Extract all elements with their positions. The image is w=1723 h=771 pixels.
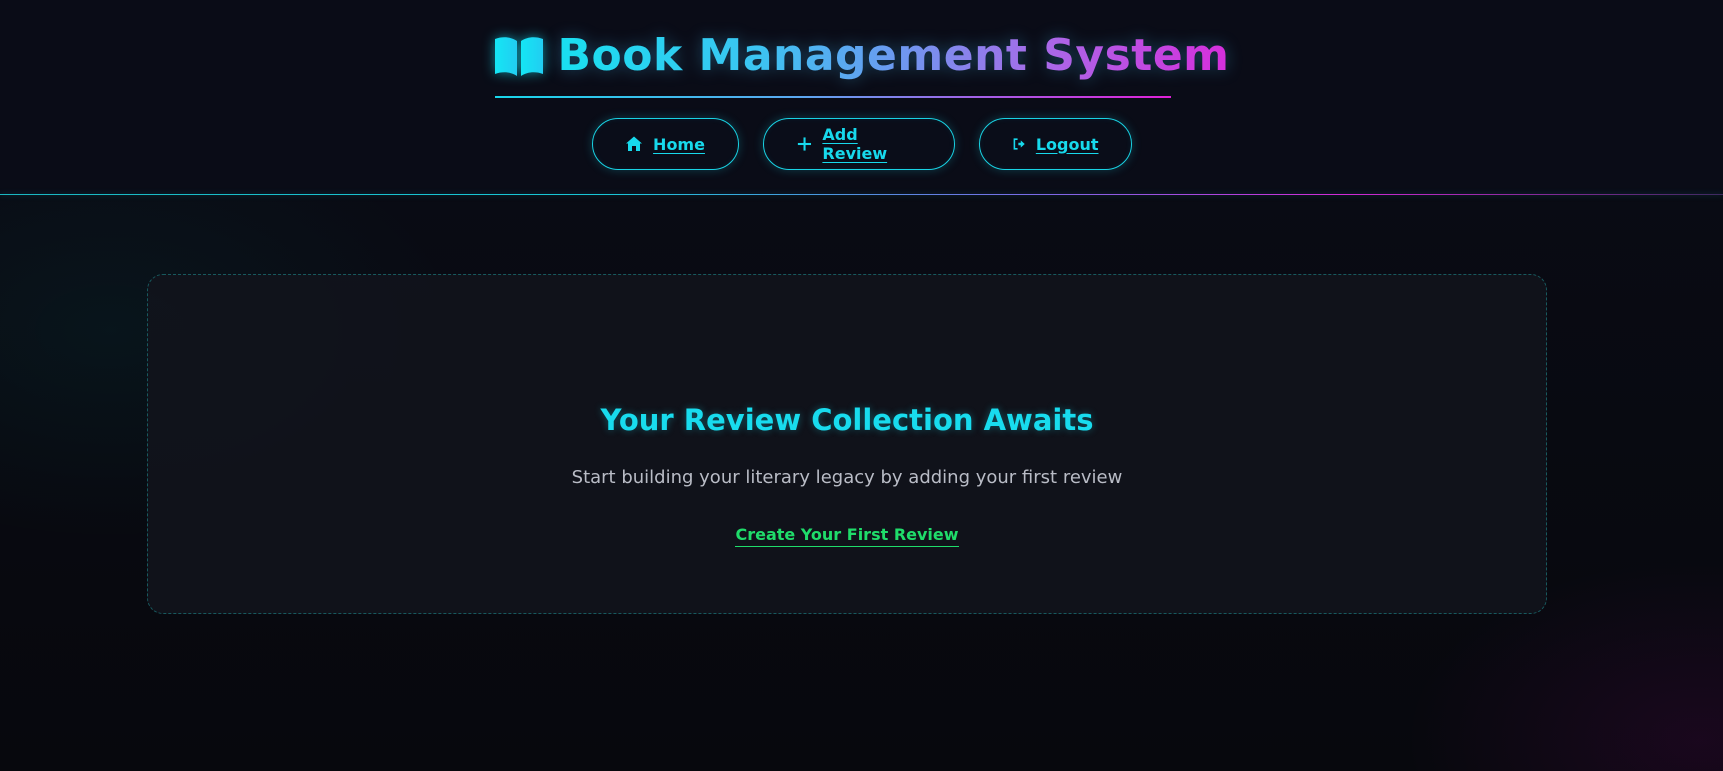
logout-icon	[1013, 138, 1025, 150]
title-underline	[495, 96, 1171, 98]
nav-home-button[interactable]: Home	[591, 118, 739, 170]
empty-state-title: Your Review Collection Awaits	[600, 403, 1094, 437]
title-row: Book Management System	[0, 30, 1723, 81]
nav-add-review-label: Add Review	[822, 125, 888, 163]
book-open-icon	[495, 36, 544, 76]
nav-home-label: Home	[653, 134, 705, 154]
nav-logout-label: Logout	[1035, 134, 1099, 154]
app-title: Book Management System	[557, 30, 1230, 81]
nav-add-review-button[interactable]: Add Review	[762, 118, 955, 170]
empty-state-card: Your Review Collection Awaits Start buil…	[147, 274, 1547, 614]
empty-state-subtitle: Start building your literary legacy by a…	[571, 467, 1123, 488]
brand: Book Management System	[493, 30, 1229, 81]
cta-wrap: Create Your First Review	[148, 525, 1546, 547]
home-icon	[626, 136, 643, 151]
create-first-review-link[interactable]: Create Your First Review	[735, 525, 959, 547]
main-nav: Home Add Review Logout	[0, 118, 1723, 170]
plus-icon	[797, 137, 811, 151]
nav-logout-button[interactable]: Logout	[978, 118, 1132, 170]
header-divider	[0, 194, 1723, 195]
app-header: Book Management System Home Add Review L…	[0, 0, 1723, 195]
